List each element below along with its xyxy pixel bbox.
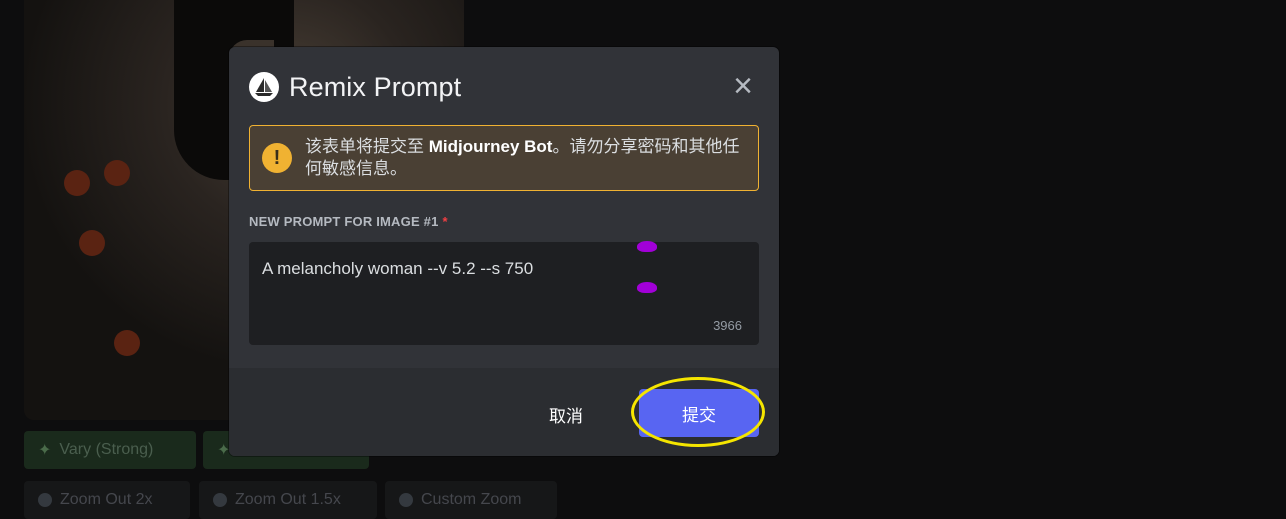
close-icon[interactable]: × [727,69,759,103]
prompt-field-label: NEW PROMPT FOR IMAGE #1 * [249,214,448,229]
vary-strong-button[interactable]: ✦ Vary (Strong) [24,431,196,469]
image-flower [114,330,140,356]
modal-header: Remix Prompt × [249,69,759,103]
zoom-out-1-5x-label: Zoom Out 1.5x [235,491,341,508]
bot-name: Midjourney Bot [428,137,553,156]
midjourney-sailboat-icon [249,72,279,102]
selection-handle-bottom[interactable] [637,282,657,293]
exclamation-icon: ! [262,143,292,173]
magnifier-icon [213,493,227,507]
required-mark: * [442,214,448,229]
zoom-out-1-5x-button[interactable]: Zoom Out 1.5x [199,481,377,519]
zoom-out-2x-label: Zoom Out 2x [60,491,153,508]
custom-zoom-button[interactable]: Custom Zoom [385,481,557,519]
image-flower [64,170,90,196]
prompt-value[interactable]: A melancholy woman --v 5.2 --s 750 [262,259,533,279]
modal-title: Remix Prompt [289,71,462,102]
prompt-textarea[interactable]: A melancholy woman --v 5.2 --s 750 3966 [249,241,759,345]
warning-banner: ! 该表单将提交至 Midjourney Bot。请勿分享密码和其他任何敏感信息… [249,125,759,191]
modal-footer: 取消 提交 [229,368,779,456]
sparkle-icon: ✦ [38,442,52,459]
warning-text: 该表单将提交至 Midjourney Bot。请勿分享密码和其他任何敏感信息。 [305,137,740,178]
image-flower [79,230,105,256]
selection-handle-top[interactable] [637,241,657,252]
cancel-button[interactable]: 取消 [549,402,583,427]
remix-prompt-modal: Remix Prompt × ! 该表单将提交至 Midjourney Bot。… [229,47,779,456]
custom-zoom-label: Custom Zoom [421,491,522,508]
submit-button[interactable]: 提交 [639,389,759,437]
image-flower [104,160,130,186]
vary-strong-label: Vary (Strong) [59,441,154,458]
zoom-out-2x-button[interactable]: Zoom Out 2x [24,481,190,519]
magnifier-icon [38,493,52,507]
character-counter: 3966 [713,318,742,333]
magnifier-icon [399,493,413,507]
